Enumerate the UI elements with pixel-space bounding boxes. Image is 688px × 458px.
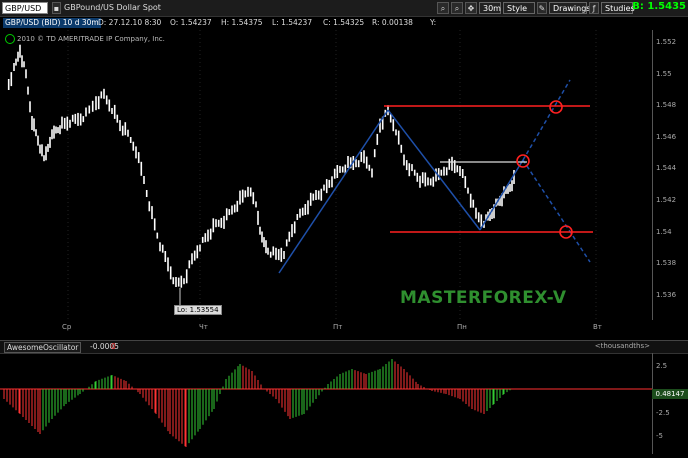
pan-icon[interactable]: ✥ — [465, 2, 477, 14]
copyright-text: 2010 © TD AMERITRADE IP Company, Inc. — [17, 35, 165, 43]
price-axis-label: 1.546 — [656, 133, 677, 141]
quote-close: C: 1.54325 — [323, 18, 365, 27]
timeframe-selector[interactable]: 30m — [479, 2, 501, 14]
studies-button[interactable]: Studies — [601, 2, 635, 14]
watermark-text: MASTERFOREX-V — [400, 288, 567, 308]
low-marker-label: Lo: 1.53554 — [174, 305, 222, 315]
price-axis-label: 1.536 — [656, 291, 677, 299]
price-axis-label: 1.548 — [656, 101, 677, 109]
indicator-current-value: 0.48147 — [652, 389, 688, 399]
trendline-down[interactable] — [387, 109, 481, 231]
price-chart-canvas — [7, 30, 597, 320]
last-price: B: 1.5435 — [632, 1, 686, 12]
quote-bar: GBP/USD (BID) 10 d 30m D: 27.12.10 8:30 … — [0, 17, 688, 29]
quote-volume: Y: — [430, 18, 437, 27]
quote-instrument: GBP/USD (BID) 10 d 30m — [3, 18, 101, 28]
status-icon — [5, 34, 15, 44]
ind-axis-label-mid: -2.5 — [656, 409, 670, 417]
x-label-fri: Пт — [333, 323, 343, 331]
indicator-axis[interactable]: 2.5 -2.5 -5 — [652, 353, 688, 454]
price-axis-label: 1.552 — [656, 38, 677, 46]
symbol-input[interactable]: GBP/USD — [2, 2, 48, 14]
chart-toolbar: GBP/USD ▪ GBPound/US Dollar Spot ⌕ ⌕ ✥ 3… — [0, 0, 688, 17]
x-label-tue: Вт — [593, 323, 602, 331]
price-axis-label: 1.538 — [656, 259, 677, 267]
awesome-oscillator-pane[interactable] — [0, 353, 652, 454]
indicator-header: AwesomeOscillator -0.0005 0 <thousandths… — [0, 340, 688, 354]
symbol-description: GBPound/US Dollar Spot — [64, 3, 161, 12]
style-button[interactable]: Style — [503, 2, 535, 14]
projection-up[interactable] — [522, 79, 571, 161]
price-chart[interactable] — [0, 30, 652, 320]
studies-icon[interactable]: ƒ — [589, 2, 599, 14]
price-axis-label: 1.54 — [656, 228, 672, 236]
ind-axis-label-top: 2.5 — [656, 362, 668, 370]
x-label-mon: Пн — [457, 323, 467, 331]
price-axis-label: 1.55 — [656, 70, 672, 78]
drawings-button[interactable]: Drawings — [549, 2, 590, 14]
quote-low: L: 1.54237 — [272, 18, 313, 27]
price-axis-label: 1.542 — [656, 196, 677, 204]
trendline-up[interactable] — [278, 109, 389, 274]
indicator-flag: 0 — [111, 342, 116, 351]
indicator-name[interactable]: AwesomeOscillator — [4, 342, 82, 353]
quote-date: D: 27.12.10 8:30 — [98, 18, 162, 27]
quote-open: O: 1.54237 — [170, 18, 212, 27]
indicator-units: <thousandths> — [594, 342, 650, 350]
x-label-thu: Чт — [199, 323, 208, 331]
style-label: Style — [507, 4, 528, 13]
projection-down[interactable] — [522, 159, 591, 263]
link-icon[interactable]: ▪ — [52, 2, 61, 14]
x-label-wed: Ср — [62, 323, 72, 331]
price-axis[interactable]: 1.552 1.55 1.548 1.546 1.544 1.542 1.54 1.538 1.… — [652, 30, 688, 320]
quote-high: H: 1.54375 — [221, 18, 263, 27]
price-axis-label: 1.544 — [656, 164, 677, 172]
oscillator-canvas — [0, 359, 652, 447]
zoom-out-icon[interactable]: ⌕ — [437, 2, 449, 14]
zoom-in-icon[interactable]: ⌕ — [451, 2, 463, 14]
trendline-rebound[interactable] — [479, 159, 524, 231]
pencil-icon[interactable]: ✎ — [537, 2, 547, 14]
quote-range: R: 0.00138 — [372, 18, 413, 27]
ind-axis-label-low: -5 — [656, 432, 663, 440]
